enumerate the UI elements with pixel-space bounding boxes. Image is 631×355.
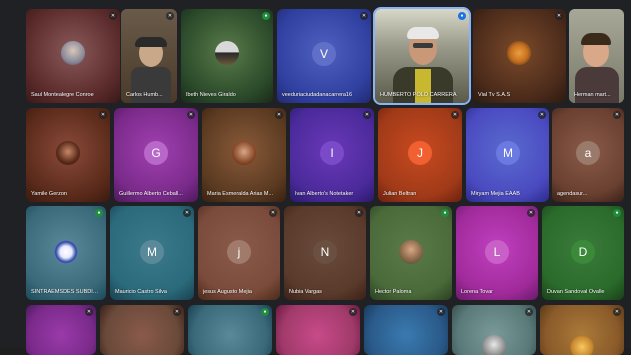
participant-tile[interactable]: ✕ Saul Montealegre Conroe [26,9,120,103]
avatar: M [140,240,164,264]
participant-name: Maria Esmeralda Arias M... [207,191,274,197]
audio-wave-icon: ● [95,209,103,217]
avatar: N [313,240,337,264]
mic-off-icon: ✕ [173,308,181,316]
participant-tile[interactable]: ● HUMBERTO POLO CARRERA [373,7,471,105]
participant-name: Carlos Humb... [126,92,163,98]
avatar [61,41,85,65]
participant-name: Nubia Vargas [289,289,322,295]
participant-tile[interactable]: ✕ Yamile Gerzon [26,108,110,202]
participant-tile[interactable]: a ✕ agendasur... [552,108,624,202]
mic-off-icon: ✕ [187,111,195,119]
avatar: G [144,141,168,165]
participant-name: Mauricio Castro Silva [115,289,167,295]
participant-name: Hector Paloma [375,289,412,295]
mic-off-icon: ✕ [613,111,621,119]
mic-off-icon: ✕ [355,209,363,217]
mic-off-icon: ✕ [363,111,371,119]
avatar: I [320,141,344,165]
mic-off-icon: ✕ [275,111,283,119]
mic-off-icon: ✕ [269,209,277,217]
avatar [507,41,531,65]
participant-tile[interactable]: ✕ Vial Tv S.A.S [473,9,566,103]
participant-tile[interactable]: M ✕ Mauricio Castro Silva [110,206,194,300]
participant-name: Lorena Tovar [461,289,494,295]
mic-off-icon: ✕ [360,12,368,20]
participant-tile[interactable]: ✕ Carlos Humb... [121,9,177,103]
participant-name: Saul Montealegre Conroe [31,92,94,98]
mic-off-icon: ✕ [437,308,445,316]
avatar: V [312,42,336,66]
participant-tile[interactable]: D ● Duvan Sandoval Ovalle [542,206,624,300]
participant-tile[interactable]: N ✕ Nubia Vargas [284,206,366,300]
avatar: L [485,240,509,264]
participant-name: Yamile Gerzon [31,191,67,197]
participant-name: agendasur... [557,191,588,197]
video-feed [375,9,469,103]
audio-wave-icon: ● [613,209,621,217]
avatar: M [496,141,520,165]
participant-tile[interactable]: Herman mart... [569,9,624,103]
audio-wave-icon: ● [441,209,449,217]
audio-wave-icon: ● [262,12,270,20]
avatar [232,141,256,165]
participant-tile[interactable]: V ✕ veeduriaciudadanacarrera16 [277,9,371,103]
mic-off-icon: ✕ [527,209,535,217]
participant-tile[interactable]: j ✕ jesus Augusto Mejia [198,206,280,300]
video-grid: ✕ Saul Montealegre Conroe ✕ Carlos Humb.… [0,0,631,355]
participant-tile[interactable]: ✕ Maria Esmeralda Arias M... [202,108,286,202]
mic-off-icon: ✕ [166,12,174,20]
participant-tile[interactable]: ● Ibeth Nieves Giraldo [181,9,273,103]
avatar [399,240,423,264]
participant-tile[interactable]: L ✕ Lorena Tovar [456,206,538,300]
participant-name: Ibeth Nieves Giraldo [186,92,236,98]
participant-name: Miryam Mejia EAAB [471,191,520,197]
video-feed [569,9,624,103]
video-feed [121,9,177,103]
participant-name: veeduriaciudadanacarrera16 [282,92,353,98]
mic-off-icon: ✕ [525,308,533,316]
avatar [482,335,506,355]
participant-name: Julian Beltran [383,191,417,197]
participant-tile[interactable]: J ✕ Julian Beltran [378,108,462,202]
mic-off-icon: ✕ [538,111,546,119]
participant-name: Guillermo Alberto Ceball... [119,191,183,197]
participant-name: Herman mart... [574,92,611,98]
participant-name: SINTRAEMSDES SUBDIR... [31,289,100,295]
avatar: j [227,240,251,264]
mic-off-icon: ✕ [613,308,621,316]
participant-name: jesus Augusto Mejia [203,289,252,295]
participant-name: Ivan Alberto's Notetaker [295,191,354,197]
participant-tile[interactable]: M ✕ Miryam Mejia EAAB [466,108,549,202]
mic-off-icon: ✕ [451,111,459,119]
avatar [570,335,594,355]
participant-tile[interactable]: I ✕ Ivan Alberto's Notetaker [290,108,374,202]
audio-wave-icon: ● [261,308,269,316]
mic-off-icon: ✕ [85,308,93,316]
audio-wave-icon: ● [458,12,466,20]
participant-name: Vial Tv S.A.S [478,92,511,98]
mic-off-icon: ✕ [109,12,117,20]
participant-tile[interactable]: ● Hector Paloma [370,206,452,300]
avatar [215,41,239,65]
participant-tile[interactable]: G ✕ Guillermo Alberto Ceball... [114,108,198,202]
avatar [56,141,80,165]
mic-off-icon: ✕ [349,308,357,316]
avatar: D [571,240,595,264]
mic-off-icon: ✕ [183,209,191,217]
avatar: a [576,141,600,165]
avatar [54,240,78,264]
participant-name: Duvan Sandoval Ovalle [547,289,605,295]
mic-off-icon: ✕ [555,12,563,20]
participant-name: HUMBERTO POLO CARRERA [380,92,457,98]
participant-tile[interactable]: ● SINTRAEMSDES SUBDIR... [26,206,106,300]
mic-off-icon: ✕ [99,111,107,119]
avatar: J [408,141,432,165]
